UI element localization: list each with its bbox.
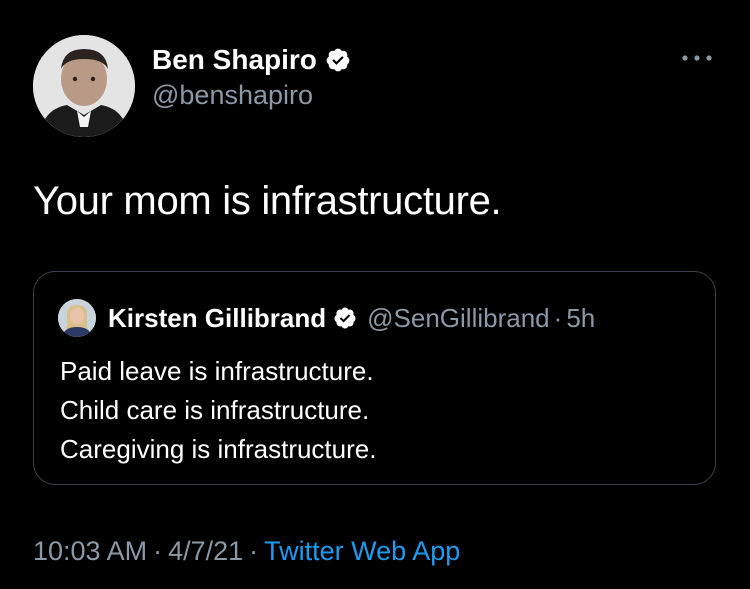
more-options-icon[interactable]: [680, 48, 714, 68]
user-avatar-icon: [33, 35, 135, 137]
author-name[interactable]: Ben Shapiro: [152, 42, 317, 78]
quoted-separator: ·: [553, 302, 563, 333]
user-avatar-icon: [58, 299, 96, 337]
meta-separator: ·: [249, 536, 259, 566]
tweet-date[interactable]: 4/7/21: [168, 536, 243, 566]
quoted-text-line: Child care is infrastructure.: [60, 395, 370, 425]
author-avatar[interactable]: [33, 35, 135, 137]
quoted-author-handle[interactable]: @SenGillibrand: [367, 303, 549, 334]
author-name-row: Ben Shapiro: [152, 42, 351, 78]
quoted-tweet-card[interactable]: Kirsten Gillibrand @SenGillibrand · 5h P…: [33, 271, 716, 485]
quoted-timestamp[interactable]: 5h: [566, 303, 595, 334]
quoted-tweet-text: Paid leave is infrastructure. Child care…: [60, 352, 376, 469]
author-handle[interactable]: @benshapiro: [152, 78, 313, 112]
quoted-author-name[interactable]: Kirsten Gillibrand: [108, 303, 326, 334]
tweet-source-link[interactable]: Twitter Web App: [264, 536, 460, 566]
tweet: Ben Shapiro @benshapiro Your mom is infr…: [0, 0, 750, 589]
verified-badge-icon: [334, 307, 356, 329]
quoted-text-line: Caregiving is infrastructure.: [60, 434, 377, 464]
tweet-time[interactable]: 10:03 AM: [33, 536, 147, 566]
meta-separator: ·: [153, 536, 163, 566]
quoted-tweet-header: Kirsten Gillibrand @SenGillibrand · 5h: [108, 300, 595, 336]
verified-badge-icon: [326, 48, 350, 72]
quoted-text-line: Paid leave is infrastructure.: [60, 356, 374, 386]
tweet-text: Your mom is infrastructure.: [33, 179, 502, 223]
tweet-meta: 10:03 AM · 4/7/21 · Twitter Web App: [33, 532, 460, 570]
quoted-author-avatar[interactable]: [58, 299, 96, 337]
